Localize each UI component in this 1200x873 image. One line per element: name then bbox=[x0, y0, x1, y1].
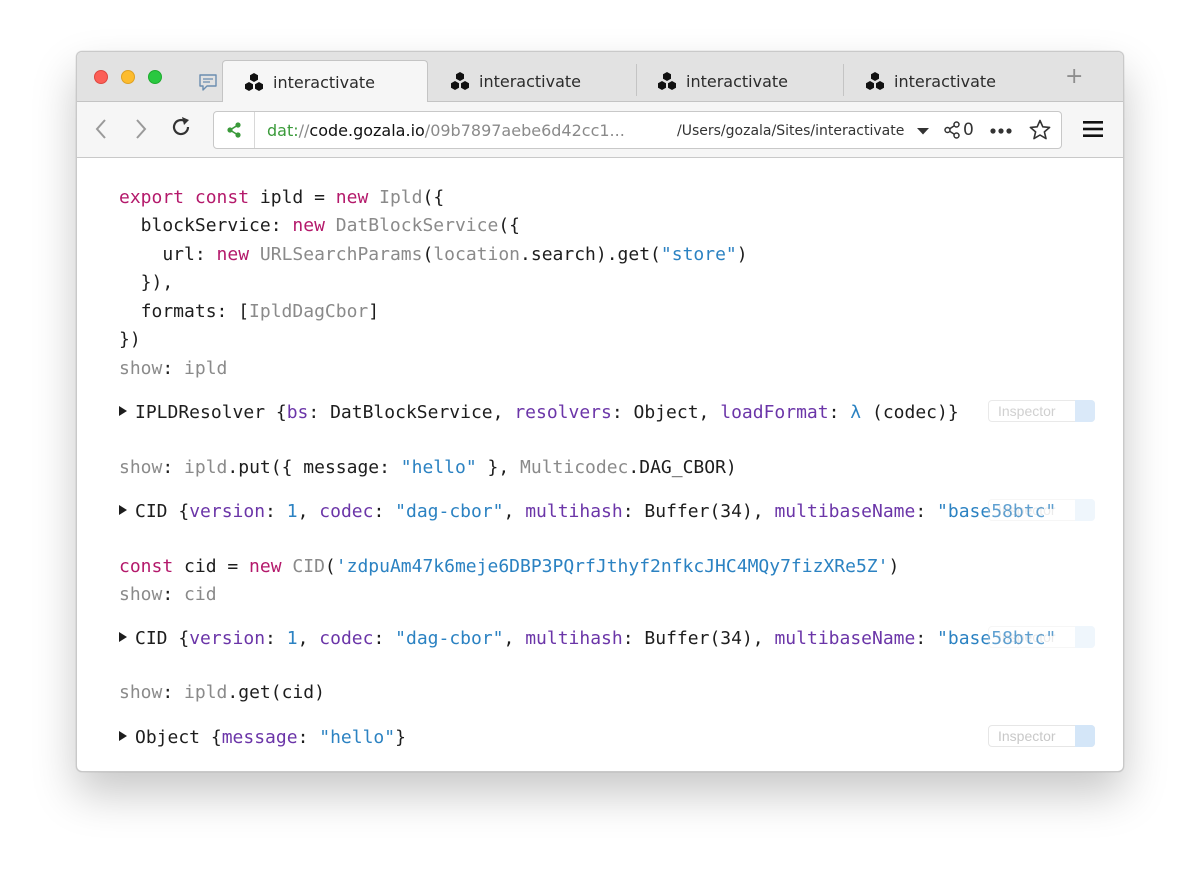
speech-bubble-icon[interactable] bbox=[198, 72, 218, 92]
zoom-window-button[interactable] bbox=[148, 70, 162, 84]
inspector-label: Inspector bbox=[998, 403, 1056, 419]
url-scheme: dat: bbox=[267, 121, 299, 140]
minimize-window-button[interactable] bbox=[121, 70, 135, 84]
inspector-select[interactable]: Inspector bbox=[988, 499, 1095, 521]
hexagon-cluster-icon bbox=[866, 72, 884, 90]
more-options-icon[interactable] bbox=[990, 128, 1012, 134]
select-stepper-icon bbox=[1075, 725, 1095, 747]
hexagon-cluster-icon bbox=[451, 72, 469, 90]
url-text[interactable]: dat://code.gozala.io/09b7897aebe6d42cc1.… bbox=[267, 121, 625, 140]
tab-3[interactable]: interactivate bbox=[636, 60, 843, 102]
peer-count[interactable]: 0 bbox=[944, 120, 974, 140]
bookmark-star-icon[interactable] bbox=[1029, 119, 1051, 141]
tab-label: interactivate bbox=[273, 72, 375, 92]
inspector-select[interactable]: Inspector bbox=[988, 725, 1095, 747]
output-cid[interactable]: CID {version: 1, codec: "dag-cbor", mult… bbox=[119, 500, 1105, 524]
peer-count-value: 0 bbox=[963, 120, 974, 140]
output-object[interactable]: Object {message: "hello"} bbox=[119, 726, 406, 750]
tab-4[interactable]: interactivate bbox=[844, 60, 1051, 102]
tab-label: interactivate bbox=[479, 71, 581, 91]
close-window-button[interactable] bbox=[94, 70, 108, 84]
tab-label: interactivate bbox=[894, 71, 996, 91]
share-icon bbox=[227, 122, 241, 138]
output-cid[interactable]: CID {version: 1, codec: "dag-cbor", mult… bbox=[119, 627, 1105, 651]
share-network-icon bbox=[944, 121, 960, 139]
code-line[interactable]: show: cid bbox=[119, 583, 217, 607]
hexagon-cluster-icon bbox=[245, 73, 263, 91]
url-path: /09b7897aebe6d42cc1... bbox=[424, 121, 625, 140]
hexagon-cluster-icon bbox=[658, 72, 676, 90]
code-line[interactable]: url: new URLSearchParams(location.search… bbox=[119, 243, 747, 267]
menu-icon[interactable] bbox=[1083, 121, 1103, 137]
navigation-toolbar: dat://code.gozala.io/09b7897aebe6d42cc1.… bbox=[77, 102, 1123, 158]
address-bar[interactable]: dat://code.gozala.io/09b7897aebe6d42cc1.… bbox=[213, 111, 1062, 149]
local-folder-path[interactable]: /Users/gozala/Sites/interactivate bbox=[677, 123, 904, 139]
tab-1[interactable]: interactivate bbox=[222, 60, 428, 103]
select-stepper-icon bbox=[1075, 499, 1095, 521]
tab-2[interactable]: interactivate bbox=[429, 60, 635, 102]
url-host: code.gozala.io bbox=[309, 121, 425, 140]
code-line[interactable]: show: ipld.put({ message: "hello" }, Mul… bbox=[119, 456, 737, 480]
back-icon[interactable] bbox=[93, 117, 109, 141]
select-stepper-icon bbox=[1075, 400, 1095, 422]
inspector-label: Inspector bbox=[998, 629, 1056, 645]
tab-label: interactivate bbox=[686, 71, 788, 91]
new-tab-button[interactable]: + bbox=[1065, 66, 1083, 88]
notebook-content: export const ipld = new Ipld({ blockServ… bbox=[77, 158, 1123, 771]
chevron-down-icon[interactable] bbox=[916, 127, 930, 135]
expand-triangle-icon[interactable] bbox=[119, 406, 127, 416]
expand-triangle-icon[interactable] bbox=[119, 505, 127, 515]
inspector-label: Inspector bbox=[998, 502, 1056, 518]
inspector-select[interactable]: Inspector bbox=[988, 626, 1095, 648]
code-line[interactable]: }), bbox=[119, 271, 174, 295]
inspector-select[interactable]: Inspector bbox=[988, 400, 1095, 422]
inspector-label: Inspector bbox=[998, 728, 1056, 744]
url-separator: // bbox=[298, 121, 310, 140]
code-line[interactable]: blockService: new DatBlockService({ bbox=[119, 214, 520, 238]
forward-icon[interactable] bbox=[133, 117, 149, 141]
output-ipld-resolver[interactable]: IPLDResolver {bs: DatBlockService, resol… bbox=[119, 401, 959, 425]
code-line[interactable]: }) bbox=[119, 328, 141, 352]
browser-window: interactivate interactivate interactivat… bbox=[76, 51, 1124, 772]
select-stepper-icon bbox=[1075, 626, 1095, 648]
code-line[interactable]: const cid = new CID('zdpuAm47k6meje6DBP3… bbox=[119, 555, 899, 579]
code-line[interactable]: show: ipld.get(cid) bbox=[119, 681, 325, 705]
code-line[interactable]: formats: [IpldDagCbor] bbox=[119, 300, 379, 324]
code-line[interactable]: export const ipld = new Ipld({ bbox=[119, 186, 444, 210]
expand-triangle-icon[interactable] bbox=[119, 632, 127, 642]
reload-icon[interactable] bbox=[169, 115, 193, 139]
share-site-button[interactable] bbox=[214, 112, 255, 148]
code-line[interactable]: show: ipld bbox=[119, 357, 227, 381]
tab-strip: interactivate interactivate interactivat… bbox=[77, 52, 1123, 103]
expand-triangle-icon[interactable] bbox=[119, 731, 127, 741]
